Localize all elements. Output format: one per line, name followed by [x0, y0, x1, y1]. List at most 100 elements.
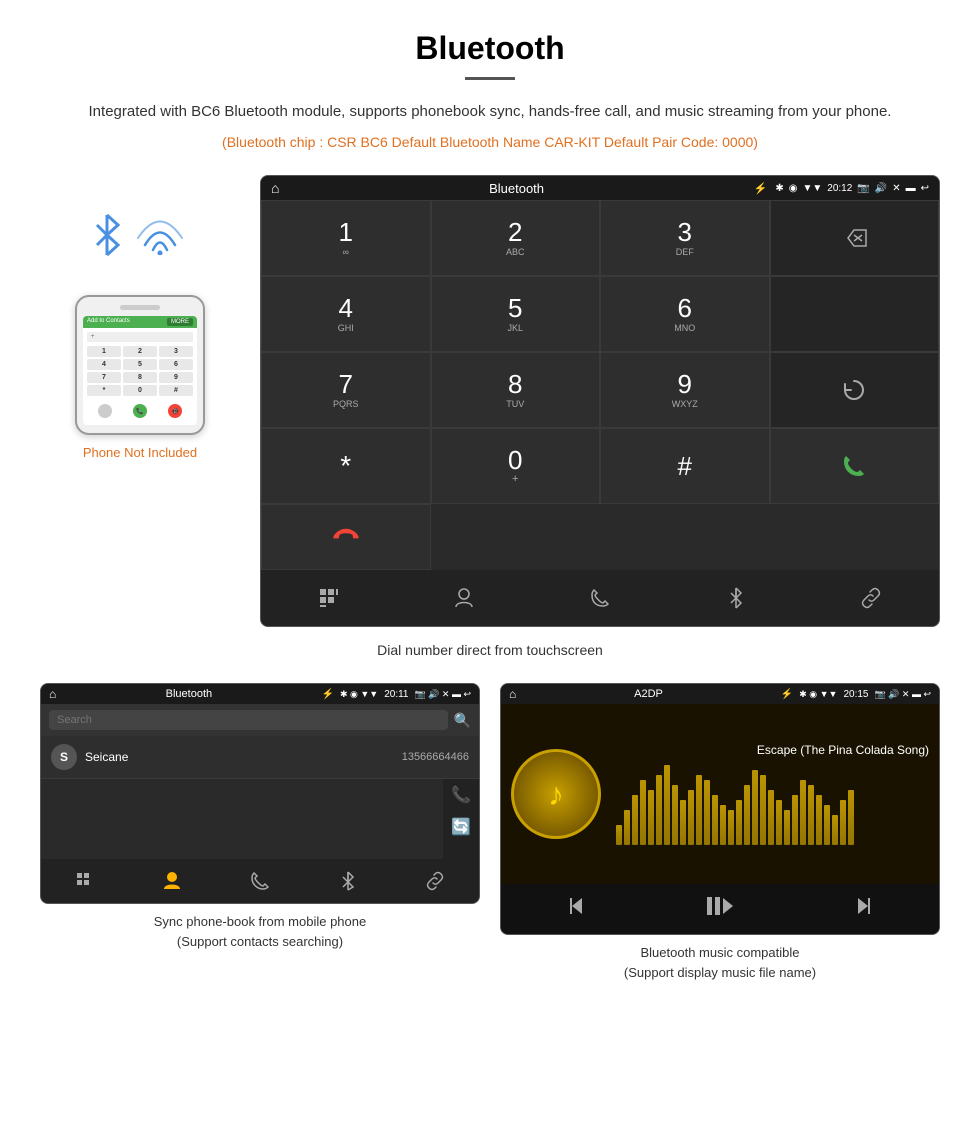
phone-header-text: Add to Contacts — [87, 318, 130, 326]
music-home-icon[interactable]: ⌂ — [509, 687, 516, 701]
pb-home-icon[interactable]: ⌂ — [49, 687, 56, 701]
music-playpause-btn[interactable] — [706, 894, 734, 924]
location-icon: ◉ — [789, 183, 798, 194]
dial-key-4[interactable]: 4GHI — [261, 276, 431, 352]
dial-key-6[interactable]: 6MNO — [600, 276, 770, 352]
dial-key-5[interactable]: 5JKL — [431, 276, 601, 352]
pb-grid-icon — [77, 873, 93, 889]
eq-bar — [648, 790, 654, 845]
phone-screen-header: Add to Contacts MORE — [83, 316, 197, 328]
dial-key-3[interactable]: 3DEF — [600, 200, 770, 276]
dial-btn-person[interactable] — [397, 578, 533, 618]
phone-dial-key[interactable]: 1 — [87, 346, 121, 357]
dial-bottom-bar — [261, 570, 939, 626]
pb-person-icon — [163, 871, 181, 891]
dial-key-backspace[interactable] — [770, 200, 940, 276]
bluetooth-bottom-icon — [728, 586, 744, 610]
dial-key-1[interactable]: 1∞ — [261, 200, 431, 276]
eq-bar — [792, 795, 798, 845]
dial-usb-icon: ⚡ — [754, 182, 768, 195]
refresh-icon — [841, 377, 867, 403]
dial-screen: ⌂ Bluetooth ⚡ ✱ ◉ ▼▼ 20:12 📷 🔊 ✕ ▬ ↩ — [260, 175, 940, 627]
phone-number-display: + — [87, 332, 193, 342]
phone-dial-key[interactable]: 0 — [123, 385, 157, 396]
bottom-screens: ⌂ Bluetooth ⚡ ✱ ◉ ▼▼ 20:11 📷 🔊 ✕ ▬ ↩ 🔍 S… — [40, 683, 940, 982]
eq-bar — [808, 785, 814, 845]
phone-dial-key[interactable]: 2 — [123, 346, 157, 357]
phone-dial-key[interactable]: 5 — [123, 359, 157, 370]
phone-dial-key[interactable]: 9 — [159, 372, 193, 383]
pb-status-icons: ✱ ◉ ▼▼ — [340, 689, 378, 700]
pb-search-icon[interactable]: 🔍 — [454, 712, 471, 729]
pb-search-input[interactable] — [49, 710, 448, 730]
pb-bt-icon — [341, 871, 355, 891]
pb-btn-link[interactable] — [391, 865, 479, 897]
play-pause-icon — [706, 894, 734, 918]
pb-btn-bluetooth[interactable] — [304, 865, 392, 897]
music-prev-btn[interactable] — [568, 894, 592, 924]
dial-key-end[interactable] — [261, 504, 431, 570]
dial-key-8[interactable]: 8TUV — [431, 352, 601, 428]
eq-bar — [760, 775, 766, 845]
pb-contact[interactable]: S Seicane 13566664466 — [41, 736, 479, 779]
dial-key-refresh[interactable] — [770, 352, 940, 428]
phone-dial-key[interactable]: * — [87, 385, 121, 396]
pb-btn-phone[interactable] — [216, 865, 304, 897]
phone-dial-key[interactable]: 6 — [159, 359, 193, 370]
call-icon — [840, 452, 868, 480]
pb-side-layout: 📞 🔄 — [41, 779, 479, 859]
description: Integrated with BC6 Bluetooth module, su… — [40, 100, 940, 124]
time-display: 20:12 — [827, 183, 852, 194]
speaker-bar — [120, 305, 160, 310]
dial-key-0[interactable]: 0+ — [431, 428, 601, 504]
phone-btn-call[interactable]: 📞 — [133, 404, 147, 418]
dial-key-9[interactable]: 9WXYZ — [600, 352, 770, 428]
dial-btn-bluetooth[interactable] — [668, 578, 804, 618]
phone-dial-key[interactable]: 3 — [159, 346, 193, 357]
music-equalizer — [616, 765, 929, 845]
phone-btn-end[interactable]: 📵 — [168, 404, 182, 418]
dial-key-2[interactable]: 2ABC — [431, 200, 601, 276]
music-info: Escape (The Pina Colada Song) — [616, 743, 929, 845]
dial-key-call[interactable] — [770, 428, 940, 504]
dial-title: Bluetooth — [287, 181, 745, 196]
phone-dial-key[interactable]: # — [159, 385, 193, 396]
pb-btn-person[interactable] — [129, 865, 217, 897]
eq-bar — [632, 795, 638, 845]
minimize-icon[interactable]: ▬ — [906, 183, 916, 194]
pb-side-icons: 📞 🔄 — [443, 779, 479, 859]
page-title: Bluetooth — [40, 30, 940, 67]
pb-link-icon — [425, 871, 445, 891]
eq-bar — [816, 795, 822, 845]
music-next-btn[interactable] — [848, 894, 872, 924]
music-status-bar: ⌂ A2DP ⚡ ✱ ◉ ▼▼ 20:15 📷 🔊 ✕ ▬ ↩ — [501, 684, 939, 704]
eq-bar — [776, 800, 782, 845]
phone-icon — [590, 588, 610, 608]
next-icon — [848, 894, 872, 918]
dial-btn-phone[interactable] — [532, 578, 668, 618]
back-icon[interactable]: ↩ — [921, 183, 929, 194]
phone-btn-back[interactable] — [98, 404, 112, 418]
dial-key-hash[interactable]: # — [600, 428, 770, 504]
pb-btn-grid[interactable] — [41, 865, 129, 897]
pb-usb-icon: ⚡ — [322, 689, 334, 700]
dial-home-icon[interactable]: ⌂ — [271, 180, 279, 196]
person-icon — [454, 587, 474, 609]
phone-dial-grid: 1 2 3 4 5 6 7 8 9 * 0 # — [87, 346, 193, 396]
dial-btn-link[interactable] — [803, 578, 939, 618]
phone-dial-key[interactable]: 7 — [87, 372, 121, 383]
dial-key-star[interactable]: * — [261, 428, 431, 504]
dial-btn-grid[interactable] — [261, 578, 397, 618]
close-icon[interactable]: ✕ — [892, 183, 900, 194]
pb-refresh-side-icon[interactable]: 🔄 — [451, 817, 471, 837]
pb-avatar: S — [51, 744, 77, 770]
eq-bar — [784, 810, 790, 845]
phone-dial-key[interactable]: 8 — [123, 372, 157, 383]
pb-call-side-icon[interactable]: 📞 — [451, 785, 471, 805]
eq-bar — [800, 780, 806, 845]
phone-dial-key[interactable]: 4 — [87, 359, 121, 370]
dial-key-empty-1 — [770, 276, 940, 352]
dial-key-7[interactable]: 7PQRS — [261, 352, 431, 428]
eq-bar — [736, 800, 742, 845]
music-extra-icons: 📷 🔊 ✕ ▬ ↩ — [875, 689, 932, 700]
